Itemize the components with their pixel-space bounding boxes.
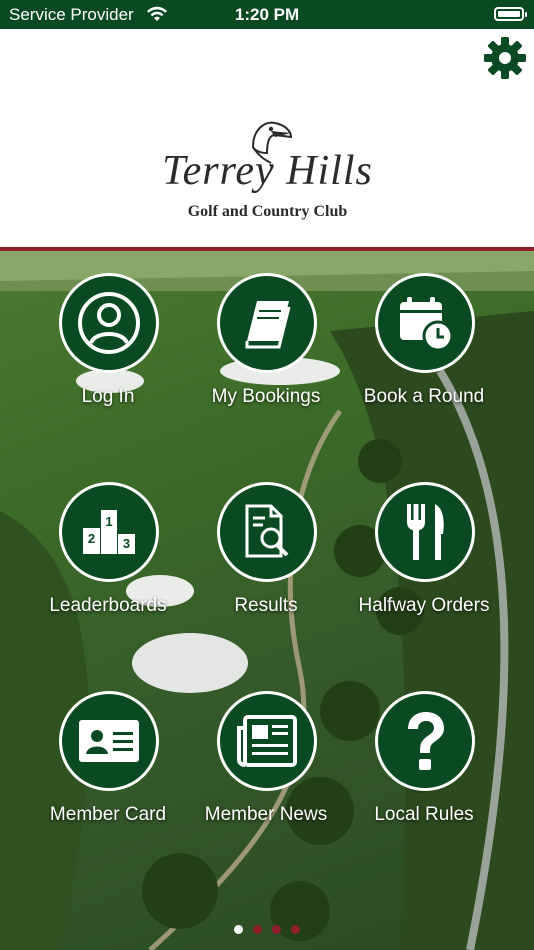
podium-icon: 1 2 3 (83, 510, 135, 554)
clock-label: 1:20 PM (234, 5, 300, 24)
question-icon (408, 712, 444, 770)
tile-label: Local Rules (374, 804, 474, 825)
tile-icon-circle (375, 273, 475, 373)
logo-script-text: Terrey Hills (162, 148, 373, 194)
club-logo: Terrey Hills Golf and Country Club (160, 117, 375, 227)
newspaper-icon (237, 715, 297, 767)
calendar-clock-icon (400, 297, 454, 352)
person-icon (78, 292, 140, 354)
header: Terrey Hills Golf and Country Club (0, 29, 534, 251)
page-indicator (0, 921, 534, 935)
book-icon (245, 301, 291, 349)
tile-label: Halfway Orders (358, 595, 490, 616)
tile-icon-circle (217, 273, 317, 373)
tile-label: Book a Round (363, 386, 485, 407)
page-dot[interactable] (253, 925, 262, 934)
tile-icon-circle (59, 691, 159, 791)
tile-icon-circle (59, 273, 159, 373)
svg-text:3: 3 (123, 536, 130, 551)
svg-text:2: 2 (88, 531, 95, 546)
tile-icon-circle (217, 482, 317, 582)
status-bar: Service Provider 1:20 PM (0, 0, 534, 29)
tile-icon-circle (375, 482, 475, 582)
id-card-icon (79, 720, 139, 762)
tile-icon-circle (217, 691, 317, 791)
settings-gear-icon[interactable] (483, 36, 527, 80)
tile-icon-circle (375, 691, 475, 791)
page-dot[interactable] (291, 925, 300, 934)
tile-icon-circle: 1 2 3 (59, 482, 159, 582)
course-background: Log In My Bookings Book a Round 1 2 3 Le… (0, 251, 534, 950)
page-dot[interactable] (234, 925, 243, 934)
fork-knife-icon (407, 504, 444, 560)
svg-text:1: 1 (105, 514, 112, 529)
logo-subtitle: Golf and Country Club (187, 203, 348, 220)
page-dot[interactable] (272, 925, 281, 934)
battery-icon (494, 7, 527, 21)
document-search-icon (245, 504, 289, 558)
